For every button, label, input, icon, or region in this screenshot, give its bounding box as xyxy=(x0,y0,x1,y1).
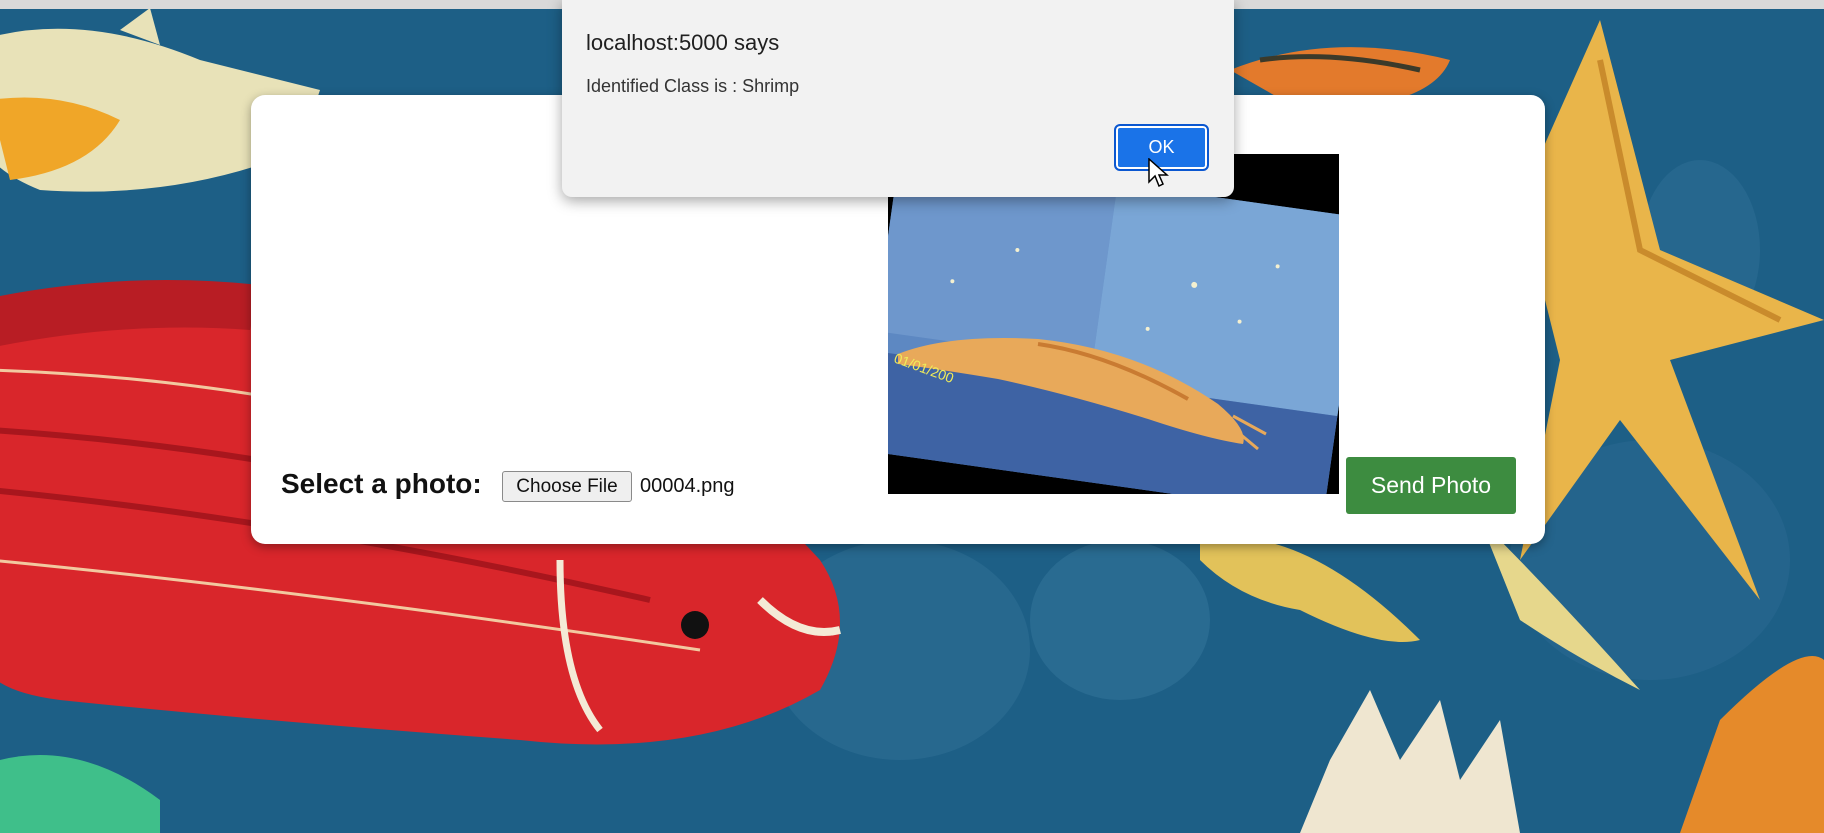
selected-file-name: 00004.png xyxy=(640,475,735,497)
dialog-message: Identified Class is : Shrimp xyxy=(586,76,800,96)
send-photo-button[interactable]: Send Photo xyxy=(1346,457,1516,514)
alert-dialog: localhost:5000 says Identified Class is … xyxy=(562,0,1234,197)
dialog-title: localhost:5000 says xyxy=(586,30,780,55)
arrow-cursor-icon xyxy=(1148,158,1169,188)
uploaded-photo-preview: 01/01/200 xyxy=(888,154,1339,494)
choose-file-button[interactable]: Choose File xyxy=(502,471,632,502)
select-photo-label: Select a photo: xyxy=(281,468,482,499)
